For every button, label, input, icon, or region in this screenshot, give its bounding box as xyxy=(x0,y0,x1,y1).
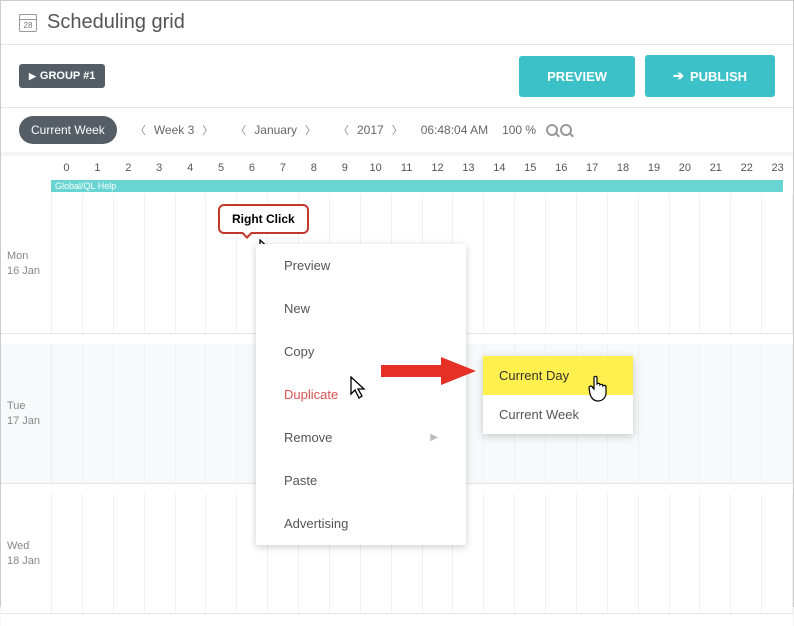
hand-cursor-icon xyxy=(586,375,610,403)
ctx-paste[interactable]: Paste xyxy=(256,459,466,502)
ctx-remove[interactable]: Remove ▶ xyxy=(256,416,466,459)
week-next[interactable]: 〉 xyxy=(198,120,217,140)
preview-button[interactable]: PREVIEW xyxy=(519,56,635,97)
hour-cell: 14 xyxy=(484,162,515,174)
ctx-preview[interactable]: Preview xyxy=(256,244,466,287)
submenu-current-week[interactable]: Current Week xyxy=(483,395,633,434)
date-nav: Current Week 〈 Week 3 〉 〈 January 〉 〈 20… xyxy=(1,108,793,152)
hour-cell: 22 xyxy=(731,162,762,174)
page-title: Scheduling grid xyxy=(47,11,185,34)
hour-cell: 17 xyxy=(577,162,608,174)
hour-cell: 5 xyxy=(206,162,237,174)
hour-cell: 13 xyxy=(453,162,484,174)
hour-cell: 3 xyxy=(144,162,175,174)
zoom-label: 100 % xyxy=(502,123,536,137)
week-label[interactable]: Week 3 xyxy=(154,123,194,137)
zoom-in-icon[interactable] xyxy=(546,124,558,136)
caret-right-icon: ▶ xyxy=(29,71,36,82)
week-prev[interactable]: 〈 xyxy=(131,120,150,140)
chevron-right-icon: ▶ xyxy=(430,432,438,443)
right-click-tooltip: Right Click xyxy=(218,204,309,234)
publish-button-label: PUBLISH xyxy=(690,69,747,84)
ctx-advertising[interactable]: Advertising xyxy=(256,502,466,545)
hour-cell: 9 xyxy=(329,162,360,174)
hour-cell: 19 xyxy=(639,162,670,174)
hour-cell: 10 xyxy=(360,162,391,174)
hour-cell: 0 xyxy=(51,162,82,174)
hour-cell: 15 xyxy=(515,162,546,174)
publish-button[interactable]: ➔ PUBLISH xyxy=(645,55,775,97)
hour-cell: 23 xyxy=(762,162,793,174)
duplicate-submenu: Current Day Current Week xyxy=(483,356,633,434)
hour-cell: 11 xyxy=(391,162,422,174)
hour-cell: 6 xyxy=(237,162,268,174)
toolbar: ▶ GROUP #1 PREVIEW ➔ PUBLISH xyxy=(1,45,793,108)
current-week-pill[interactable]: Current Week xyxy=(19,116,117,144)
hour-cell: 4 xyxy=(175,162,206,174)
hour-cell: 8 xyxy=(298,162,329,174)
group-button[interactable]: ▶ GROUP #1 xyxy=(19,64,105,88)
hour-cell: 12 xyxy=(422,162,453,174)
hour-cell: 16 xyxy=(546,162,577,174)
preview-button-label: PREVIEW xyxy=(547,69,607,84)
hour-header: 01234567891011121314151617181920212223 xyxy=(1,156,793,180)
zoom-out-icon[interactable] xyxy=(560,124,572,136)
hour-cell: 20 xyxy=(669,162,700,174)
year-next[interactable]: 〉 xyxy=(388,120,407,140)
day-label-tue: Tue17 Jan xyxy=(7,399,47,429)
arrow-annotation xyxy=(381,353,481,393)
month-label[interactable]: January xyxy=(254,123,297,137)
event-bar[interactable]: Global/QL Help xyxy=(51,180,783,192)
hour-cell: 21 xyxy=(700,162,731,174)
time-label: 06:48:04 AM xyxy=(421,123,488,137)
calendar-icon: 28 xyxy=(19,14,37,32)
year-label[interactable]: 2017 xyxy=(357,123,384,137)
ctx-new[interactable]: New xyxy=(256,287,466,330)
hour-cell: 2 xyxy=(113,162,144,174)
month-next[interactable]: 〉 xyxy=(301,120,320,140)
submenu-current-day[interactable]: Current Day xyxy=(483,356,633,395)
year-prev[interactable]: 〈 xyxy=(334,120,353,140)
hour-cell: 1 xyxy=(82,162,113,174)
arrow-right-icon: ➔ xyxy=(673,68,684,84)
day-label-wed: Wed18 Jan xyxy=(7,539,47,569)
month-prev[interactable]: 〈 xyxy=(231,120,250,140)
day-label-mon: Mon16 Jan xyxy=(7,249,47,279)
group-button-label: GROUP #1 xyxy=(40,70,95,82)
page-header: 28 Scheduling grid xyxy=(1,1,793,45)
hour-cell: 7 xyxy=(267,162,298,174)
cursor-icon xyxy=(350,376,370,402)
hour-cell: 18 xyxy=(608,162,639,174)
